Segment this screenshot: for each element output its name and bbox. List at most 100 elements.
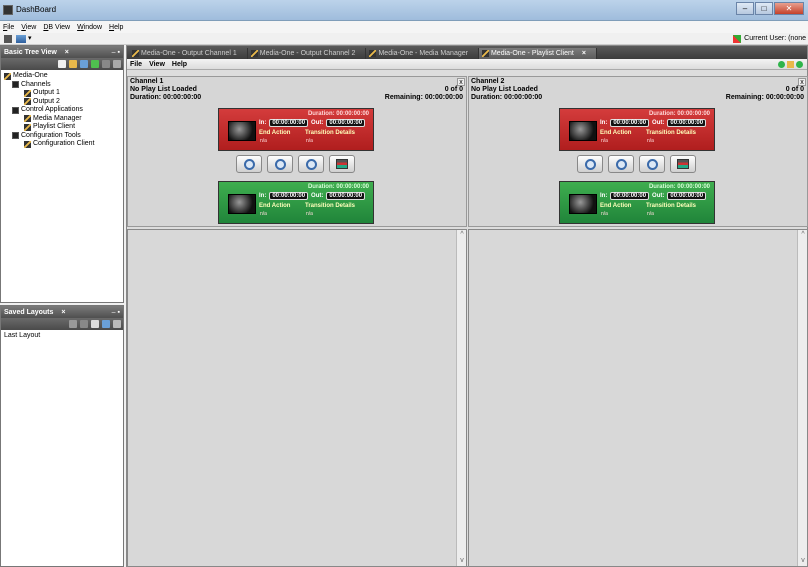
- tree-item[interactable]: Output 2: [4, 98, 120, 107]
- panel-minmax-icon[interactable]: ‒ ▪: [112, 49, 120, 56]
- in-timecode[interactable]: 00:00:00:00: [610, 119, 650, 127]
- save-layout-icon[interactable]: [69, 320, 77, 328]
- tree-item[interactable]: Channels: [4, 81, 120, 90]
- clip-thumbnail: [569, 194, 597, 214]
- status-green-icon: [778, 60, 785, 68]
- close-button[interactable]: ✕: [774, 2, 804, 15]
- transition-details-label: Transition Details: [646, 203, 697, 209]
- tree-panel-header: Basic Tree View × ‒ ▪: [1, 46, 123, 58]
- tree-item[interactable]: Output 1: [4, 89, 120, 98]
- menu-view[interactable]: View: [21, 24, 36, 31]
- user-icon: [733, 34, 742, 43]
- channel-2-playlist[interactable]: ^ v: [468, 229, 808, 567]
- scroll-up-icon[interactable]: ^: [458, 231, 466, 239]
- add-icon[interactable]: [91, 60, 99, 68]
- playlist-menu: File View Help: [127, 59, 807, 70]
- media-one-icon: [24, 123, 31, 131]
- chevron-down-icon[interactable]: ▾: [28, 34, 32, 42]
- layout-export-icon[interactable]: [113, 320, 121, 328]
- playlist-menu-file[interactable]: File: [130, 61, 142, 68]
- current-clip-card[interactable]: Duration: 00:00:00:00 In: 00:00:00:00 Out…: [559, 108, 715, 151]
- maximize-button[interactable]: □: [755, 2, 773, 15]
- cue-button[interactable]: [577, 155, 603, 173]
- scroll-down-icon[interactable]: v: [799, 557, 807, 565]
- clip-duration: Duration: 00:00:00:00: [648, 184, 710, 190]
- cue-button[interactable]: [236, 155, 262, 173]
- scroll-up-icon[interactable]: ^: [799, 231, 807, 239]
- menu-file[interactable]: File: [3, 24, 14, 31]
- in-timecode[interactable]: 00:00:00:00: [269, 119, 309, 127]
- tab-playlist-client[interactable]: Media-One - Playlist Client ×: [478, 48, 597, 59]
- tree-item-label: Control Applications: [21, 106, 83, 113]
- remove-icon[interactable]: [102, 60, 110, 68]
- menu-bar: File View DB View Window Help: [0, 21, 808, 33]
- tree-item-label: Playlist Client: [33, 123, 76, 130]
- refresh-icon[interactable]: [80, 60, 88, 68]
- eject-icon: [646, 158, 658, 170]
- tab-media-manager[interactable]: Media-One - Media Manager: [366, 48, 479, 59]
- channel-1-panel: x Channel 1 No Play List Loaded Duration…: [127, 76, 467, 227]
- out-timecode[interactable]: 00:00:00:00: [326, 192, 366, 200]
- transition-value: n/a: [647, 211, 654, 217]
- play-button[interactable]: [267, 155, 293, 173]
- main-workspace: Media-One - Output Channel 1 Media-One -…: [126, 45, 808, 567]
- eject-button[interactable]: [639, 155, 665, 173]
- media-one-tool-icon[interactable]: [69, 60, 77, 68]
- out-timecode[interactable]: 00:00:00:00: [326, 119, 366, 127]
- tree-item[interactable]: Playlist Client: [4, 123, 120, 132]
- folder-icon: [12, 106, 19, 114]
- collapse-icon[interactable]: [113, 60, 121, 68]
- layout-grid-icon[interactable]: [102, 320, 110, 328]
- play-button[interactable]: [608, 155, 634, 173]
- tree-item[interactable]: Media-One: [4, 72, 120, 81]
- layouts-panel-close-button[interactable]: ×: [61, 309, 65, 316]
- channel-1-playlist[interactable]: ^ v: [127, 229, 467, 567]
- menu-window[interactable]: Window: [77, 24, 102, 31]
- scroll-down-icon[interactable]: v: [458, 557, 466, 565]
- window-controls: – □ ✕: [735, 2, 804, 15]
- end-action-label: End Action: [600, 130, 632, 136]
- tree-item[interactable]: Control Applications: [4, 106, 120, 115]
- status-media-icon: [787, 60, 794, 68]
- tab-label: Media-One - Playlist Client: [490, 50, 574, 57]
- transport-controls: [236, 155, 360, 173]
- menu-db-view[interactable]: DB View: [43, 24, 70, 31]
- tree-item[interactable]: Media Manager: [4, 115, 120, 124]
- tree-item[interactable]: Configuration Tools: [4, 132, 120, 141]
- clip-duration: Duration: 00:00:00:00: [307, 184, 369, 190]
- layout-single-icon[interactable]: [91, 320, 99, 328]
- delete-layout-icon[interactable]: [80, 320, 88, 328]
- next-clip-card[interactable]: Duration: 00:00:00:00 In: 00:00:00:00 Out…: [559, 181, 715, 224]
- minimize-button[interactable]: –: [736, 2, 754, 15]
- main-toolbar: ▾: [0, 33, 808, 45]
- playlist-scrollbar[interactable]: ^ v: [797, 230, 807, 566]
- next-clip-card[interactable]: Duration: 00:00:00:00 In: 00:00:00:00 Out…: [218, 181, 374, 224]
- playlist-menu-help[interactable]: Help: [172, 61, 187, 68]
- playlist-menu-view[interactable]: View: [149, 61, 165, 68]
- current-clip-card[interactable]: Duration: 00:00:00:00 In: 00:00:00:00 Out…: [218, 108, 374, 151]
- panel-minmax-icon[interactable]: ‒ ▪: [112, 309, 120, 316]
- tree-panel-close-button[interactable]: ×: [65, 49, 69, 56]
- tab-output-channel-2[interactable]: Media-One - Output Channel 2: [248, 48, 367, 59]
- tab-close-button[interactable]: ×: [582, 50, 586, 57]
- layout-item[interactable]: Last Layout: [4, 332, 120, 341]
- clip-thumbnail: [228, 194, 256, 214]
- transition-details-label: Transition Details: [646, 130, 697, 136]
- in-timecode[interactable]: 00:00:00:00: [269, 192, 309, 200]
- dashboard-tool-icon[interactable]: [4, 35, 12, 43]
- channel-header: Channel 2 No Play List Loaded Duration: …: [469, 77, 807, 103]
- channel-title: Channel 1: [130, 78, 164, 85]
- tree-item[interactable]: Configuration Client: [4, 140, 120, 149]
- eject-button[interactable]: [298, 155, 324, 173]
- tree-item-label: Output 2: [33, 97, 60, 105]
- channel-select-button[interactable]: [670, 155, 696, 173]
- open-tool-icon[interactable]: [16, 35, 26, 43]
- channel-select-button[interactable]: [329, 155, 355, 173]
- in-timecode[interactable]: 00:00:00:00: [610, 192, 650, 200]
- save-icon[interactable]: [58, 60, 66, 68]
- out-timecode[interactable]: 00:00:00:00: [667, 119, 707, 127]
- menu-help[interactable]: Help: [109, 24, 123, 31]
- playlist-scrollbar[interactable]: ^ v: [456, 230, 466, 566]
- out-timecode[interactable]: 00:00:00:00: [667, 192, 707, 200]
- tab-output-channel-1[interactable]: Media-One - Output Channel 1: [129, 48, 248, 59]
